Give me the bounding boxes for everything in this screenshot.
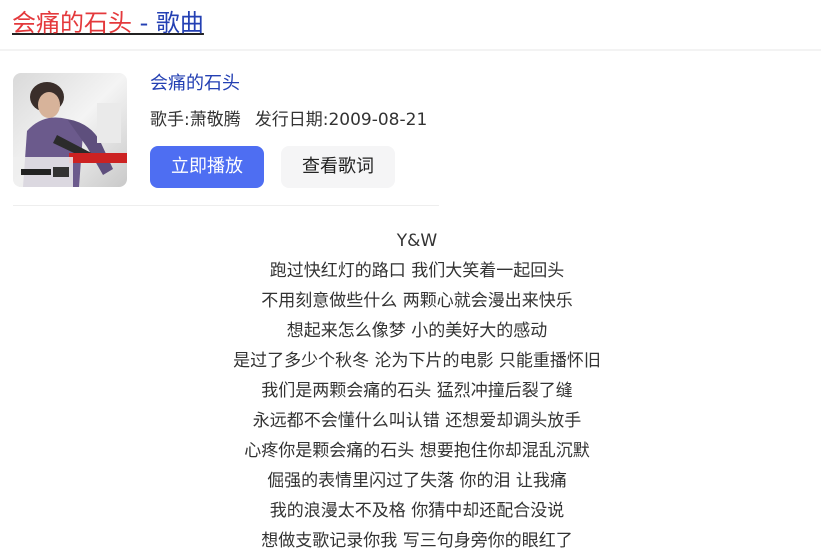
release-date: 2009-08-21 xyxy=(328,110,428,130)
album-cover-image[interactable] xyxy=(13,73,127,187)
singer-name: 萧敬腾 xyxy=(189,110,241,130)
result-title-suffix[interactable]: - 歌曲 xyxy=(132,9,204,37)
header-divider xyxy=(0,49,821,51)
release-label: 发行日期: xyxy=(254,110,329,130)
lyric-line: 跑过快红灯的路口 我们大笑着一起回头 xyxy=(269,261,565,281)
lyric-line: 我的浪漫太不及格 你猜中却还配合没说 xyxy=(269,501,565,521)
result-title-song[interactable]: 会痛的石头 xyxy=(12,9,132,37)
lyric-line: 我们是两颗会痛的石头 猛烈冲撞后裂了缝 xyxy=(261,381,573,401)
lyric-line: 永远都不会懂什么叫认错 还想爱却调头放手 xyxy=(252,411,582,431)
lyric-line: 倔强的表情里闪过了失落 你的泪 让我痛 xyxy=(267,471,567,491)
song-name-link[interactable]: 会痛的石头 xyxy=(150,71,240,97)
card-divider xyxy=(13,205,439,206)
result-title-link[interactable]: 会痛的石头 - 歌曲 xyxy=(12,6,204,40)
lyric-line: 想起来怎么像梦 小的美好大的感动 xyxy=(286,321,548,341)
play-now-button[interactable]: 立即播放 xyxy=(150,146,264,188)
lyrics-list: Y&W 跑过快红灯的路口 我们大笑着一起回头 不用刻意做些什么 两颗心就会漫出来… xyxy=(13,226,821,556)
view-lyrics-button[interactable]: 查看歌词 xyxy=(281,146,395,188)
singer-label: 歌手: xyxy=(150,110,190,130)
lyric-line: 心疼你是颗会痛的石头 想要抱住你却混乱沉默 xyxy=(244,441,590,461)
lyric-line: 是过了多少个秋冬 沦为下片的电影 只能重播怀旧 xyxy=(233,351,601,371)
lyric-line: Y&W xyxy=(396,231,438,251)
album-cover-art xyxy=(13,73,127,187)
lyric-line: 想做支歌记录你我 写三句身旁你的眼红了 xyxy=(261,531,573,551)
lyric-line: 不用刻意做些什么 两颗心就会漫出来快乐 xyxy=(261,291,573,311)
song-meta: 歌手:萧敬腾 发行日期:2009-08-21 xyxy=(150,107,427,133)
